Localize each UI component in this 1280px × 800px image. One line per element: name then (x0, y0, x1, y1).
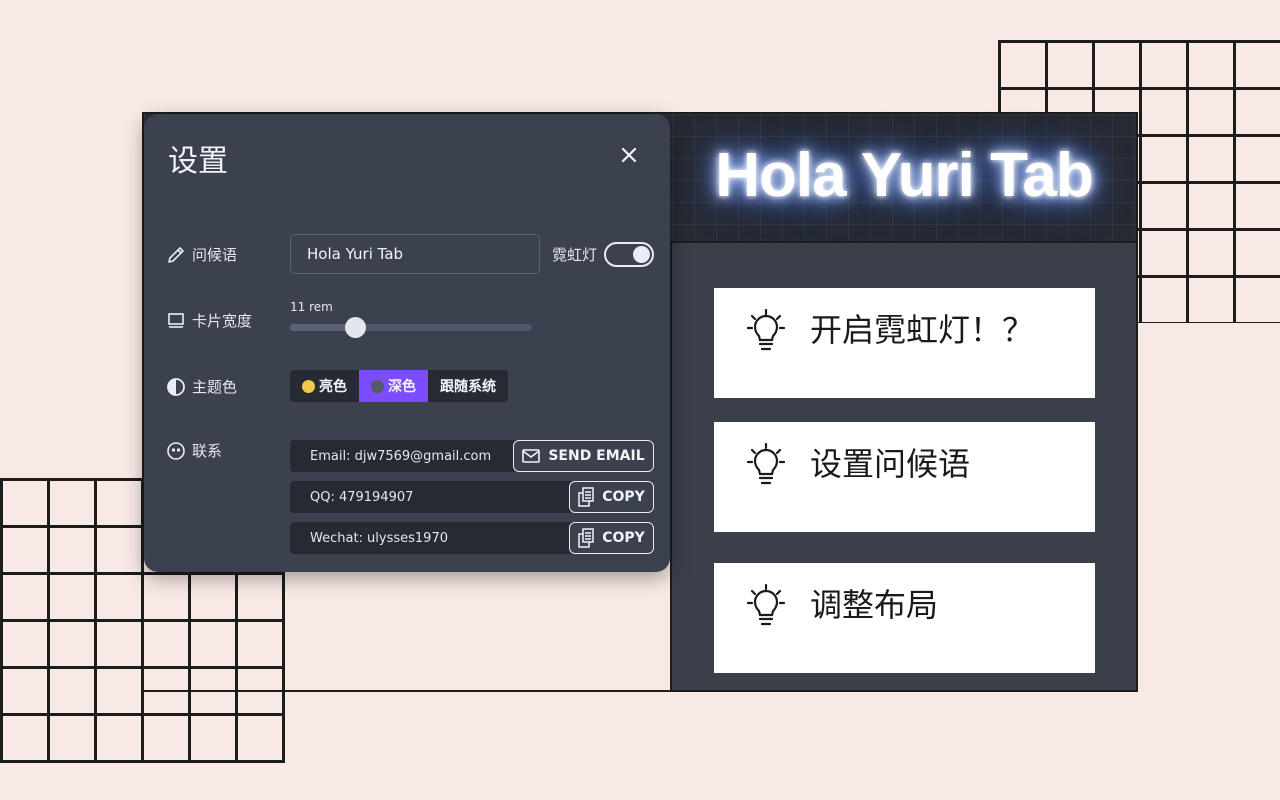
contact-label-row: 联系 (166, 440, 222, 461)
card-width-label: 卡片宽度 (192, 312, 253, 330)
dialog-title: 设置 (168, 144, 228, 179)
theme-option-label: 深色 (388, 379, 416, 395)
light-emoji-icon (302, 379, 315, 393)
greeting-label-row: 问候语 (166, 244, 237, 265)
tip-card[interactable]: 设置问候语 (714, 422, 1095, 532)
theme-icon (167, 377, 185, 396)
contact-label: 联系 (192, 442, 223, 460)
settings-dialog: 设置 问候语 霓虹灯 卡片宽度 11 rem 主题色 亮色 (144, 114, 670, 572)
theme-option-dark[interactable]: 深色 (359, 370, 428, 402)
send-email-button[interactable]: SEND EMAIL (513, 440, 654, 472)
slider-thumb[interactable] (345, 317, 367, 338)
copy-qq-button[interactable]: COPY (569, 481, 654, 513)
theme-option-light[interactable]: 亮色 (290, 370, 359, 402)
tip-card[interactable]: 开启霓虹灯！？ (714, 288, 1095, 398)
tip-card[interactable]: 调整布局 (714, 563, 1095, 673)
lightbulb-icon (746, 583, 786, 626)
lightbulb-icon (746, 308, 786, 351)
send-email-label: SEND EMAIL (548, 448, 645, 464)
copy-label: COPY (602, 489, 645, 505)
close-icon[interactable] (618, 144, 640, 166)
mail-icon (522, 449, 541, 463)
theme-option-system[interactable]: 跟随系统 (428, 370, 508, 402)
pencil-icon (168, 246, 184, 263)
tip-text: 调整布局 (810, 586, 939, 624)
neon-label: 霓虹灯 (552, 246, 598, 264)
card-width-slider[interactable] (290, 317, 532, 338)
greeting-input[interactable] (290, 234, 540, 274)
copy-label: COPY (602, 530, 645, 546)
email-text: Email: djw7569@gmail.com (310, 448, 492, 464)
qq-text: QQ: 479194907 (310, 489, 414, 505)
theme-label-row: 主题色 (166, 376, 237, 397)
smiley-icon (167, 441, 185, 460)
neon-toggle[interactable] (604, 242, 654, 267)
theme-option-label: 跟随系统 (440, 379, 496, 395)
theme-option-label: 亮色 (319, 379, 347, 395)
theme-label: 主题色 (192, 378, 238, 396)
lightbulb-icon (746, 442, 786, 485)
copy-icon (578, 487, 594, 507)
card-width-icon (168, 312, 184, 328)
greeting-label: 问候语 (192, 246, 238, 264)
copy-icon (578, 528, 594, 548)
theme-segmented-control: 亮色 深色 跟随系统 (290, 370, 508, 402)
tip-text: 开启霓虹灯！？ (810, 311, 1035, 349)
neon-greeting-title: Hola Yuri Tab (715, 141, 1093, 210)
card-width-label-row: 卡片宽度 (166, 310, 252, 331)
dark-emoji-icon (371, 379, 384, 393)
toggle-knob (633, 246, 650, 263)
copy-wechat-button[interactable]: COPY (569, 522, 654, 554)
card-width-value: 11 rem (290, 300, 333, 314)
wechat-text: Wechat: ulysses1970 (310, 530, 448, 546)
tip-text: 设置问候语 (810, 445, 971, 483)
